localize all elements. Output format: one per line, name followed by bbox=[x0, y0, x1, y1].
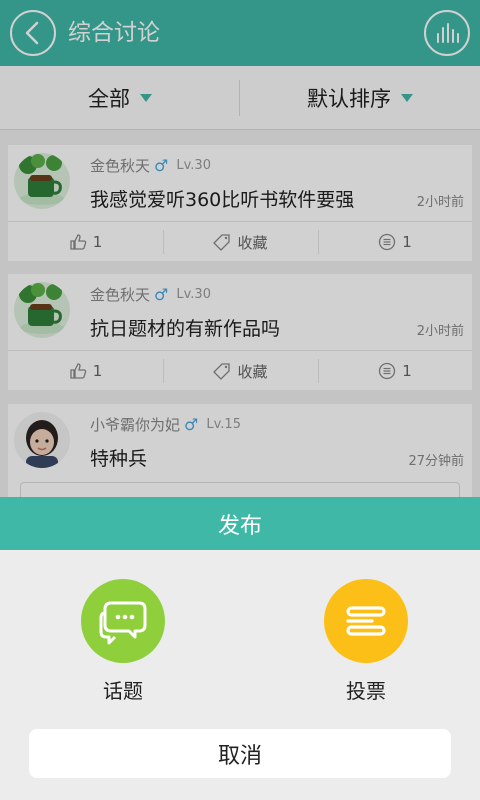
topic-label[interactable]: 话题 bbox=[63, 675, 183, 704]
chat-bubble-icon bbox=[99, 601, 147, 645]
modal-backdrop[interactable] bbox=[0, 0, 480, 497]
vote-button[interactable] bbox=[324, 579, 408, 663]
vote-list-icon bbox=[346, 606, 386, 636]
vote-label[interactable]: 投票 bbox=[306, 675, 426, 704]
topic-button[interactable] bbox=[81, 579, 165, 663]
cancel-button[interactable]: 取消 bbox=[29, 729, 451, 778]
sheet-title: 发布 bbox=[0, 497, 480, 550]
publish-sheet: 发布 话题 投票 取消 bbox=[0, 497, 480, 800]
